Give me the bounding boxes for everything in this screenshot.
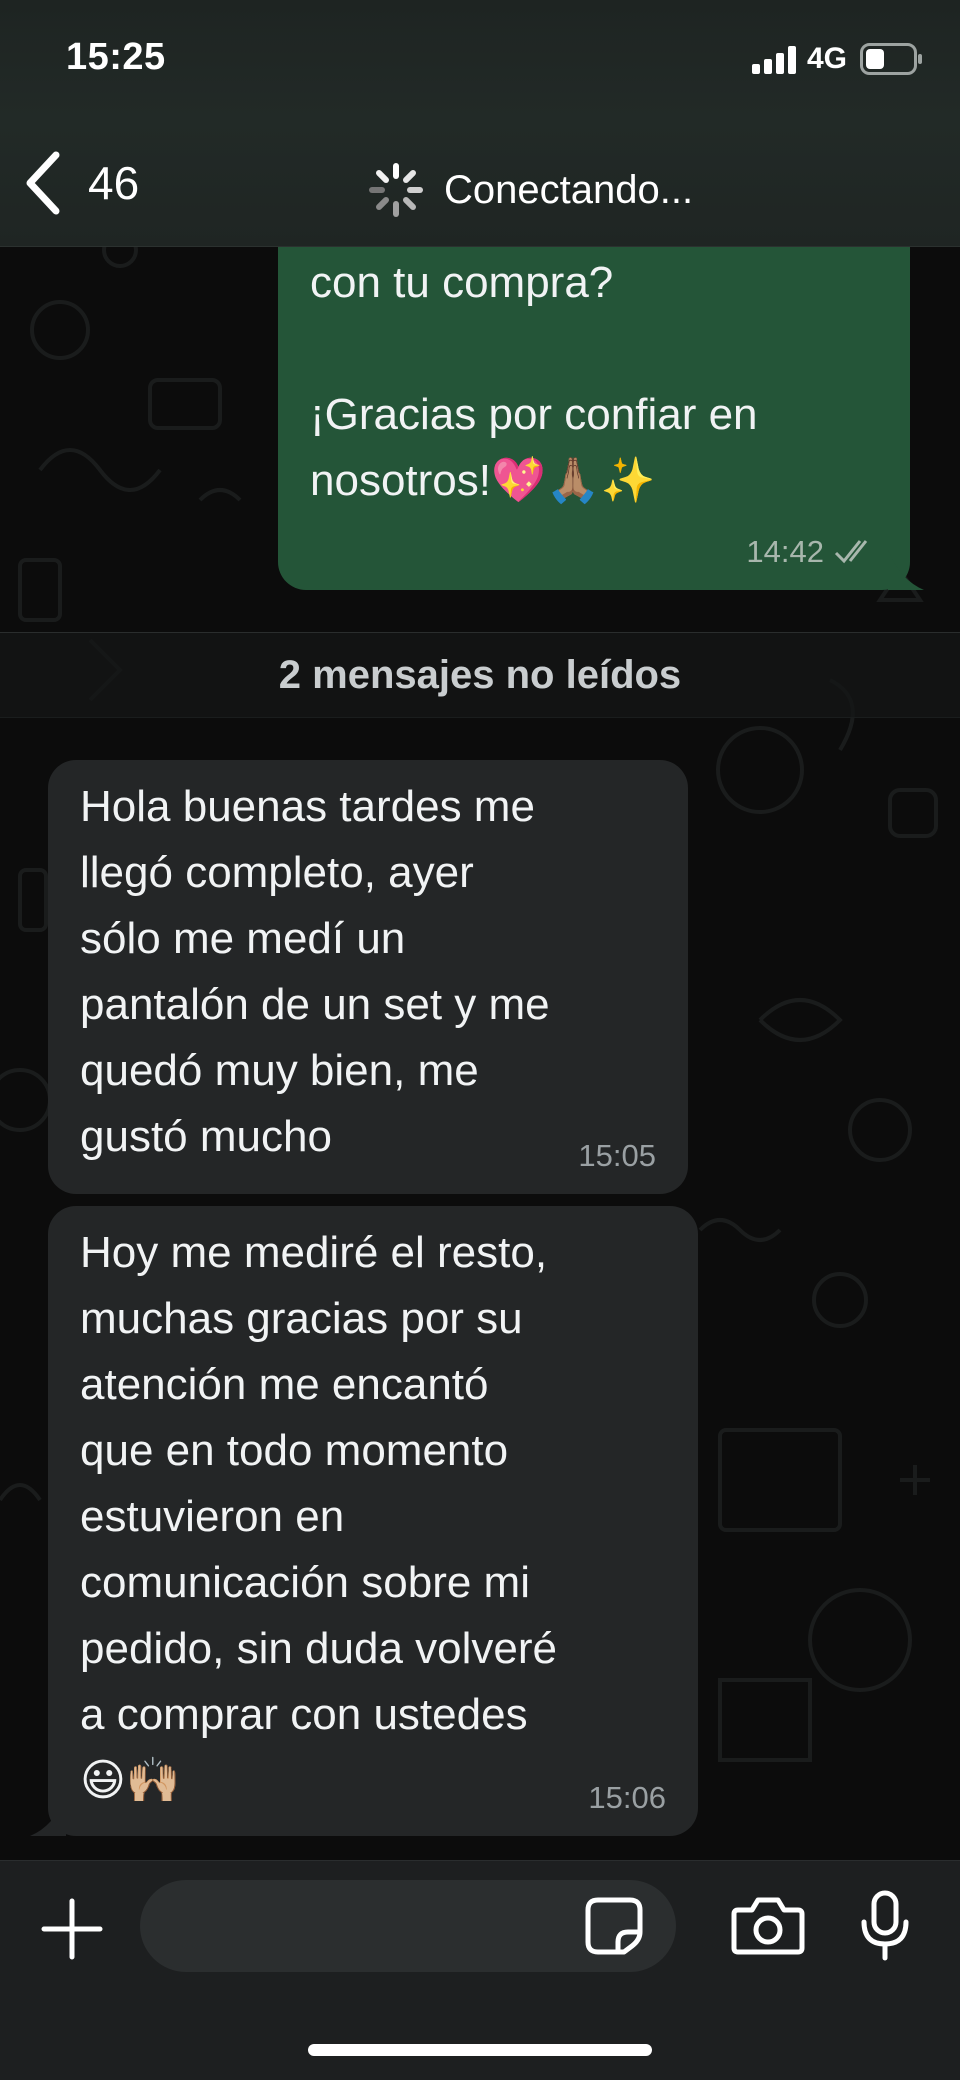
message-line: pantalón de un set y me xyxy=(80,980,550,1029)
connection-text: Conectando... xyxy=(444,167,694,212)
message-line: atención me encantó xyxy=(80,1360,489,1409)
sticker-icon[interactable] xyxy=(584,1896,644,1956)
message-line: que en todo momento xyxy=(80,1426,509,1475)
message-line: nosotros!💖🙏🏽✨ xyxy=(310,456,656,505)
message-bubble-incoming[interactable]: Hola buenas tardes me llegó completo, ay… xyxy=(48,760,688,1194)
message-line: Hoy me mediré el resto, xyxy=(80,1228,548,1277)
plus-icon[interactable] xyxy=(38,1895,106,1963)
back-button[interactable]: 46 xyxy=(22,148,139,218)
status-bar: 15:25 4G xyxy=(0,0,960,120)
camera-icon[interactable] xyxy=(730,1896,806,1956)
unread-divider: 2 mensajes no leídos xyxy=(0,632,960,718)
unread-divider-text: 2 mensajes no leídos xyxy=(278,652,682,697)
message-line: llegó completo, ayer xyxy=(80,848,474,897)
message-meta: 14:42 xyxy=(746,532,880,572)
battery-icon xyxy=(860,43,922,75)
message-line: sólo me medí un xyxy=(80,914,406,963)
message-line xyxy=(310,316,886,382)
microphone-icon[interactable] xyxy=(858,1890,912,1962)
message-line: Hola buenas tardes me xyxy=(80,782,535,831)
signal-icon xyxy=(752,46,796,74)
connection-status: Conectando... xyxy=(366,160,693,220)
message-line: ¡Gracias por confiar en xyxy=(310,390,758,439)
message-line: con tu compra? xyxy=(310,258,614,307)
message-line: 😃🙌🏼 xyxy=(80,1756,181,1805)
bubble-tail xyxy=(30,1796,66,1836)
status-time: 15:25 xyxy=(66,36,166,78)
message-bubble-incoming[interactable]: Hoy me mediré el resto, muchas gracias p… xyxy=(48,1206,698,1836)
message-time: 14:42 xyxy=(746,534,824,569)
spinner-icon xyxy=(369,163,423,217)
message-line: estuvieron en xyxy=(80,1492,345,1541)
home-indicator[interactable] xyxy=(308,2044,652,2056)
message-time: 15:05 xyxy=(578,1138,656,1173)
message-bubble-outgoing[interactable]: con tu compra? ¡Gracias por confiar en n… xyxy=(278,210,910,590)
chevron-left-icon xyxy=(26,151,60,215)
double-check-icon xyxy=(834,540,868,564)
message-line: muchas gracias por su xyxy=(80,1294,523,1343)
message-line: a comprar con ustedes xyxy=(80,1690,528,1739)
message-line: comunicación sobre mi xyxy=(80,1558,530,1607)
network-type: 4G xyxy=(807,42,848,75)
message-meta: 15:05 xyxy=(578,1136,656,1176)
chat-header: 46 Conectando... xyxy=(0,120,960,247)
message-time: 15:06 xyxy=(588,1780,666,1815)
message-meta: 15:06 xyxy=(588,1778,666,1818)
bubble-tail xyxy=(888,550,924,590)
message-line: pedido, sin duda volveré xyxy=(80,1624,557,1673)
message-line: gustó mucho xyxy=(80,1112,332,1161)
back-unread-count: 46 xyxy=(88,157,140,209)
message-line: quedó muy bien, me xyxy=(80,1046,479,1095)
